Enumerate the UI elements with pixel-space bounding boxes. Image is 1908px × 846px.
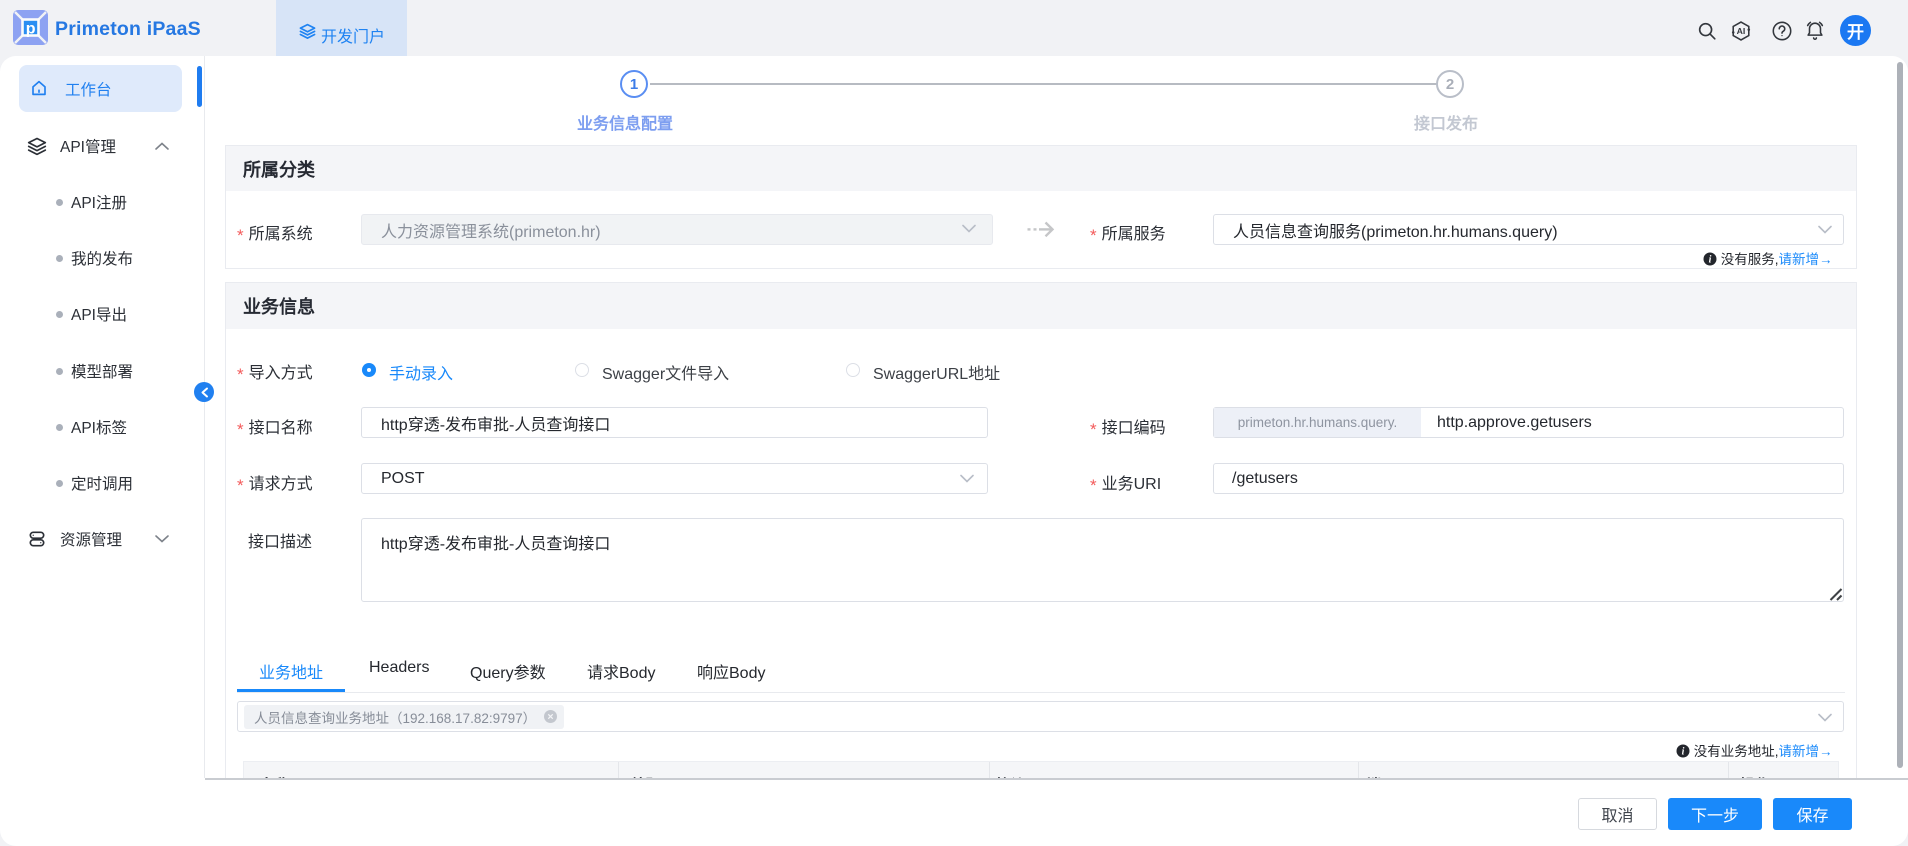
- svg-text:i: i: [1709, 255, 1712, 266]
- svg-text:AI: AI: [1737, 26, 1746, 36]
- svg-text:i: i: [1682, 747, 1685, 758]
- svg-text:p: p: [26, 21, 36, 38]
